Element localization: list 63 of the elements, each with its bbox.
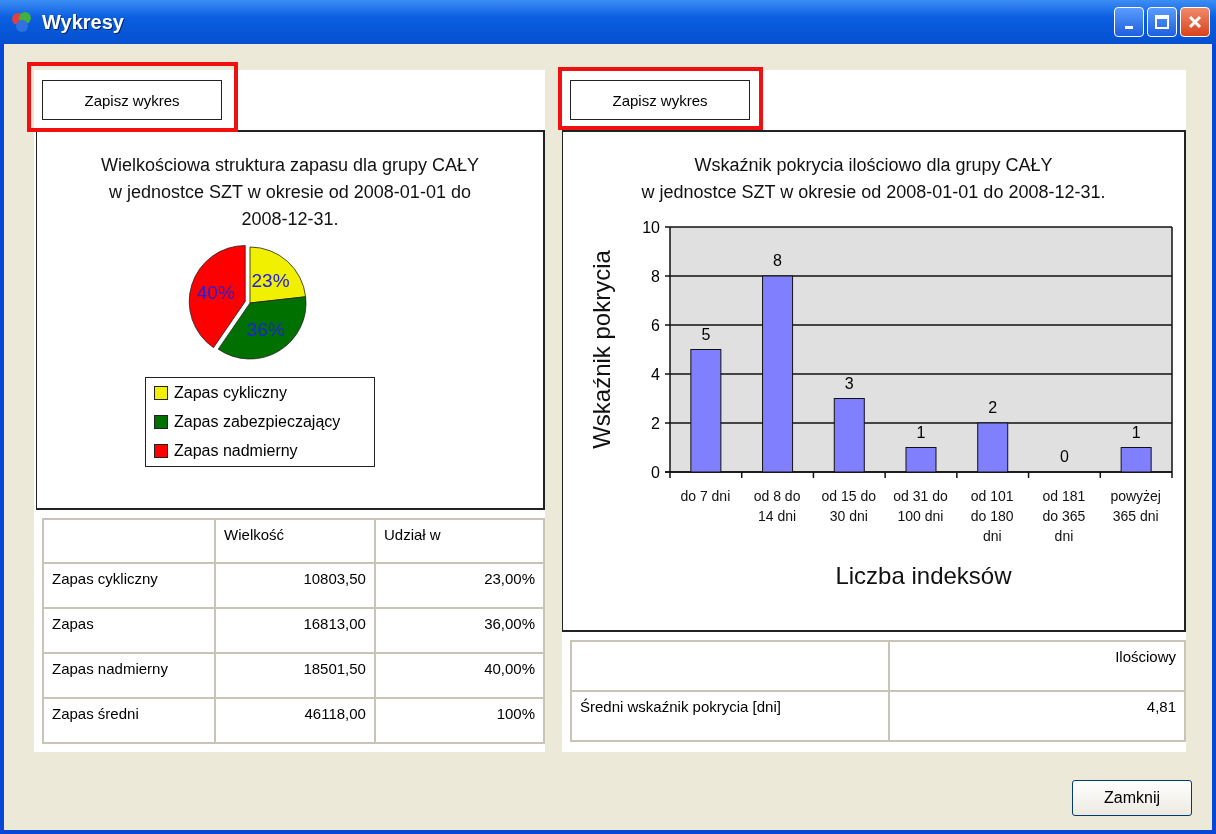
minimize-button[interactable] (1114, 7, 1144, 37)
table-cell: Zapas cykliczny (43, 563, 216, 608)
axis-tick-label: 2 (650, 415, 660, 432)
axis-title: Wskaźnik pokrycia (587, 250, 615, 449)
data-label: 23% (251, 270, 290, 292)
data-label: 8 (772, 252, 782, 269)
axis-title: Liczba indeksów (835, 562, 1012, 590)
bar (1120, 447, 1152, 473)
axis-category-label: od 15 do 30 dni (820, 487, 878, 526)
data-label: 1 (916, 423, 925, 441)
data-label: 5 (700, 325, 710, 343)
maximize-icon (1154, 14, 1170, 30)
axis-category-label: do 7 dni (679, 487, 732, 506)
table-cell: 40,00% (374, 653, 544, 698)
bar (905, 447, 936, 473)
table-cell: 46118,00 (215, 698, 375, 743)
table-cell: Zapas nadmierny (43, 653, 216, 698)
table-cell: 18501,50 (215, 653, 375, 698)
axis-category-label: od 31 do 100 dni (892, 487, 949, 526)
chart-title: 2008-12-31. (240, 208, 340, 231)
chart-title: Wskaźnik pokrycia ilościowo dla grupy CAŁY (693, 154, 1054, 177)
save-chart-button[interactable]: Zapisz wykres (42, 80, 222, 120)
table-cell: 16813,00 (215, 608, 375, 653)
axis-tick-label: 4 (650, 366, 660, 383)
table-header-cell: Udział w (374, 519, 544, 563)
close-icon (1187, 14, 1203, 30)
table-cell: 100% (374, 698, 544, 743)
table-cell: 23,00% (374, 563, 544, 608)
axis-category-label: powyżej 365 dni (1109, 487, 1162, 526)
data-label: 3 (844, 374, 854, 392)
data-label: 1 (1131, 423, 1141, 441)
legend-label: Zapas nadmierny (174, 442, 298, 460)
axis-tick-label: 6 (650, 317, 660, 334)
data-label: 0 (1059, 448, 1069, 465)
axis-category-label: od 101 do 180 dni (969, 487, 1015, 546)
table-cell: Średni wskaźnik pokrycia [dni] (571, 691, 889, 741)
close-dialog-button[interactable]: Zamknij (1072, 780, 1192, 816)
data-label: 40% (196, 282, 235, 304)
table-header-cell: Wielkość (215, 519, 375, 563)
close-button[interactable] (1180, 7, 1210, 37)
table-cell: Zapas (43, 608, 216, 653)
axis-tick-label: 0 (650, 464, 660, 481)
axis-tick-label: 8 (650, 268, 660, 285)
save-chart-button[interactable]: Zapisz wykres (570, 80, 750, 120)
legend-label: Zapas zabezpieczający (174, 413, 341, 431)
axis-tick-label: 10 (641, 219, 660, 236)
minimize-icon (1125, 25, 1133, 29)
axis-category-label: od 181 do 365 dni (1041, 487, 1087, 546)
table-cell: 36,00% (374, 608, 544, 653)
app-icon (10, 10, 34, 34)
legend-label: Zapas cykliczny (174, 384, 287, 402)
chart-title: w jednostce SZT w okresie od 2008-01-01 do 2008-12-31. (641, 181, 1106, 204)
maximize-button[interactable] (1147, 7, 1177, 37)
table-cell: Zapas średni (43, 698, 216, 743)
table-header-cell: Ilościowy (888, 641, 1185, 691)
data-label: 36% (246, 319, 285, 341)
window-title: Wykresy (42, 10, 125, 34)
table-cell: 4,81 (888, 691, 1185, 741)
chart-title: w jednostce SZT w okresie od 2008-01-01 do (108, 181, 472, 204)
table-cell: 10803,50 (215, 563, 375, 608)
axis-category-label: od 8 do 14 dni (752, 487, 802, 526)
data-label: 2 (987, 399, 997, 416)
chart-title: Wielkościowa struktura zapasu dla grupy CAŁY (100, 154, 480, 177)
